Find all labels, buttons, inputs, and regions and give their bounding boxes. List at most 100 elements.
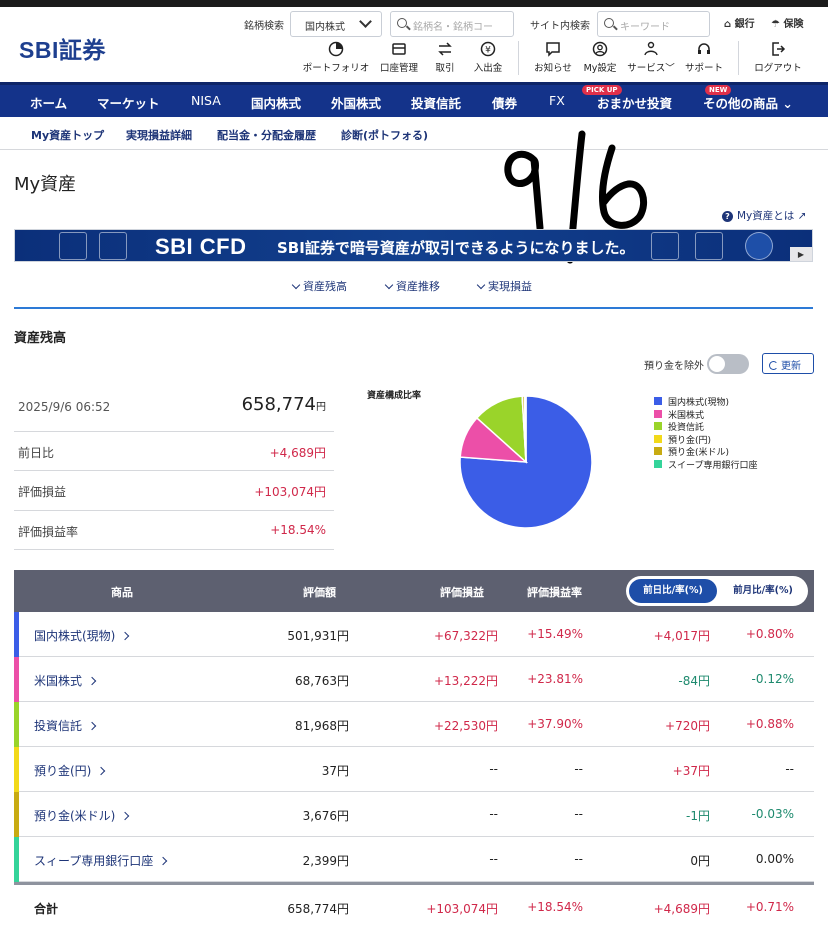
support-icon xyxy=(698,43,710,54)
sbi-cfd-banner[interactable]: SBI CFD SBI証券で暗号資産が取引できるようになりました。 ▶ xyxy=(14,229,813,262)
svg-text:¥: ¥ xyxy=(485,46,491,56)
site-search-input[interactable]: キーワード xyxy=(597,11,710,37)
product-name: 米国株式 xyxy=(34,674,83,688)
nav-nisa[interactable]: NISA xyxy=(191,93,221,108)
tool-support[interactable]: サポート xyxy=(684,41,724,74)
tool-logout[interactable]: ログアウト xyxy=(752,41,804,74)
tool-notice[interactable]: お知らせ xyxy=(531,41,575,74)
day-change-cell: +720円 xyxy=(665,719,710,733)
product-link[interactable]: スィープ専用銀行口座 xyxy=(34,852,168,869)
table-row: スィープ専用銀行口座 2,399円 -- -- 0円 0.00% xyxy=(14,837,814,882)
product-name: 国内株式(現物) xyxy=(34,629,116,643)
chevron-down-icon xyxy=(384,280,394,290)
insurance-link[interactable]: ☂ 保険 xyxy=(771,15,803,30)
tool-label: ログアウト xyxy=(754,63,802,74)
my-assets-help-link[interactable]: ? My資産とは ↗ xyxy=(722,208,806,223)
pl-cell: +22,530円 xyxy=(433,719,498,733)
deposit-icon: ¥ xyxy=(480,41,496,57)
tool-my-settings[interactable]: My設定 xyxy=(582,41,618,74)
product-link[interactable]: 米国株式 xyxy=(34,672,97,689)
stat-label: 評価損益 xyxy=(18,485,67,499)
legend-label: 米国株式 xyxy=(668,410,705,421)
nav-fx[interactable]: FX xyxy=(549,93,565,108)
day-change-cell: -84円 xyxy=(678,674,710,688)
tool-deposit[interactable]: ¥ 入出金 xyxy=(470,41,506,74)
legend-label: スイープ専用銀行口座 xyxy=(668,460,758,471)
category-color-bar xyxy=(14,612,19,657)
nav-foreign-stocks[interactable]: 外国株式 xyxy=(331,93,381,112)
tool-account[interactable]: 口座管理 xyxy=(376,41,422,74)
balance-stat-row: 評価損益 +103,074円 xyxy=(14,471,334,511)
product-link[interactable]: 預り金(円) xyxy=(34,762,106,779)
tool-label: 取引 xyxy=(435,63,455,74)
brand-search-input[interactable]: 銘柄名・銘柄コー xyxy=(390,11,514,37)
nav-other-products[interactable]: その他の商品 ⌄ xyxy=(703,93,793,112)
nav-investment-trust[interactable]: 投資信託 xyxy=(411,93,461,112)
chevron-down-icon: ⌄ xyxy=(782,96,793,111)
legend-label: 預り金(円) xyxy=(668,435,712,446)
tool-portfolio[interactable]: ポートフォリオ xyxy=(301,41,371,74)
tool-label: お知らせ xyxy=(534,63,572,74)
anchor-realized[interactable]: 実現損益 xyxy=(476,278,532,294)
anchor-trend[interactable]: 資産推移 xyxy=(384,278,440,294)
toggle-knob xyxy=(709,356,725,372)
balance-section-title: 資産残高 xyxy=(14,331,67,346)
nav-market[interactable]: マーケット xyxy=(97,93,160,112)
refresh-button[interactable]: 更新 xyxy=(762,353,814,374)
chevron-right-icon xyxy=(159,856,168,866)
header-valuation: 評価額 xyxy=(303,586,336,599)
banner-play-icon[interactable]: ▶ xyxy=(790,247,812,261)
product-name: 投資信託 xyxy=(34,719,83,733)
main-nav: ホーム マーケット NISA 国内株式 外国株式 投資信託 債券 FX PICK… xyxy=(0,82,828,117)
tool-trade[interactable]: 取引 xyxy=(428,41,462,74)
search-icon xyxy=(397,18,407,28)
nav-omakase[interactable]: おまかせ投資 xyxy=(597,93,672,112)
exclude-deposit-toggle[interactable] xyxy=(707,354,749,374)
day-rate-cell: 0.00% xyxy=(755,852,794,866)
valuation-cell: 37円 xyxy=(321,764,349,778)
market-select[interactable]: 国内株式 xyxy=(290,11,382,37)
legend-swatch xyxy=(654,422,662,430)
subnav-dividend-history[interactable]: 配当金・分配金履歴 xyxy=(217,127,316,143)
chevron-down-icon xyxy=(476,280,486,290)
chevron-down-icon: ﹀ xyxy=(665,63,675,74)
table-total-row: 合計 658,774円 +103,074円 +18.54% +4,689円 +0… xyxy=(14,882,814,927)
stat-value: +103,074円 xyxy=(254,485,326,499)
category-color-bar xyxy=(14,837,19,882)
refresh-label: 更新 xyxy=(781,361,801,372)
category-color-bar xyxy=(14,702,19,747)
nav-home[interactable]: ホーム xyxy=(30,93,67,112)
balance-stat-row: 前日比 +4,689円 xyxy=(14,432,334,471)
insurance-link-label: 保険 xyxy=(783,19,804,30)
umbrella-icon: ☂ xyxy=(771,19,780,30)
product-link[interactable]: 預り金(米ドル) xyxy=(34,807,130,824)
tool-label: 口座管理 xyxy=(379,63,418,74)
header-pl: 評価損益 xyxy=(440,586,484,599)
subnav-my-assets-top[interactable]: My資産トップ xyxy=(31,127,104,143)
tool-label: サポート xyxy=(684,63,723,74)
month-change-tab[interactable]: 前月比/率(%) xyxy=(721,579,805,603)
day-change-tab[interactable]: 前日比/率(%) xyxy=(629,579,717,603)
total-label: 合計 xyxy=(34,902,59,916)
nav-domestic-stocks[interactable]: 国内株式 xyxy=(251,93,301,112)
chevron-right-icon xyxy=(87,676,97,686)
total-pl: +103,074円 xyxy=(426,902,498,916)
subnav-diagnosis[interactable]: 診断(ポトフォる) xyxy=(341,127,428,143)
trade-icon xyxy=(438,42,452,56)
day-rate-cell: -- xyxy=(785,762,794,776)
balance-stat-row: 評価損益率 +18.54% xyxy=(14,511,334,550)
product-link[interactable]: 国内株式(現物) xyxy=(34,627,130,644)
pl-rate-cell: -- xyxy=(574,852,583,866)
tool-service[interactable]: サービス﹀ xyxy=(626,41,676,74)
help-icon: ? xyxy=(722,211,733,222)
total-day-rate: +0.71% xyxy=(745,900,794,914)
total-pl-rate: +18.54% xyxy=(527,900,583,914)
anchor-balance[interactable]: 資産残高 xyxy=(291,278,347,294)
nav-bonds[interactable]: 債券 xyxy=(492,93,517,112)
refresh-icon xyxy=(769,361,778,370)
bank-link[interactable]: ⌂ 銀行 xyxy=(724,15,755,30)
sbi-logo[interactable]: SBI証券 xyxy=(19,31,106,65)
brand-search-placeholder: 銘柄名・銘柄コー xyxy=(413,22,493,33)
subnav-realized-pl[interactable]: 実現損益詳細 xyxy=(126,127,192,143)
product-link[interactable]: 投資信託 xyxy=(34,717,97,734)
